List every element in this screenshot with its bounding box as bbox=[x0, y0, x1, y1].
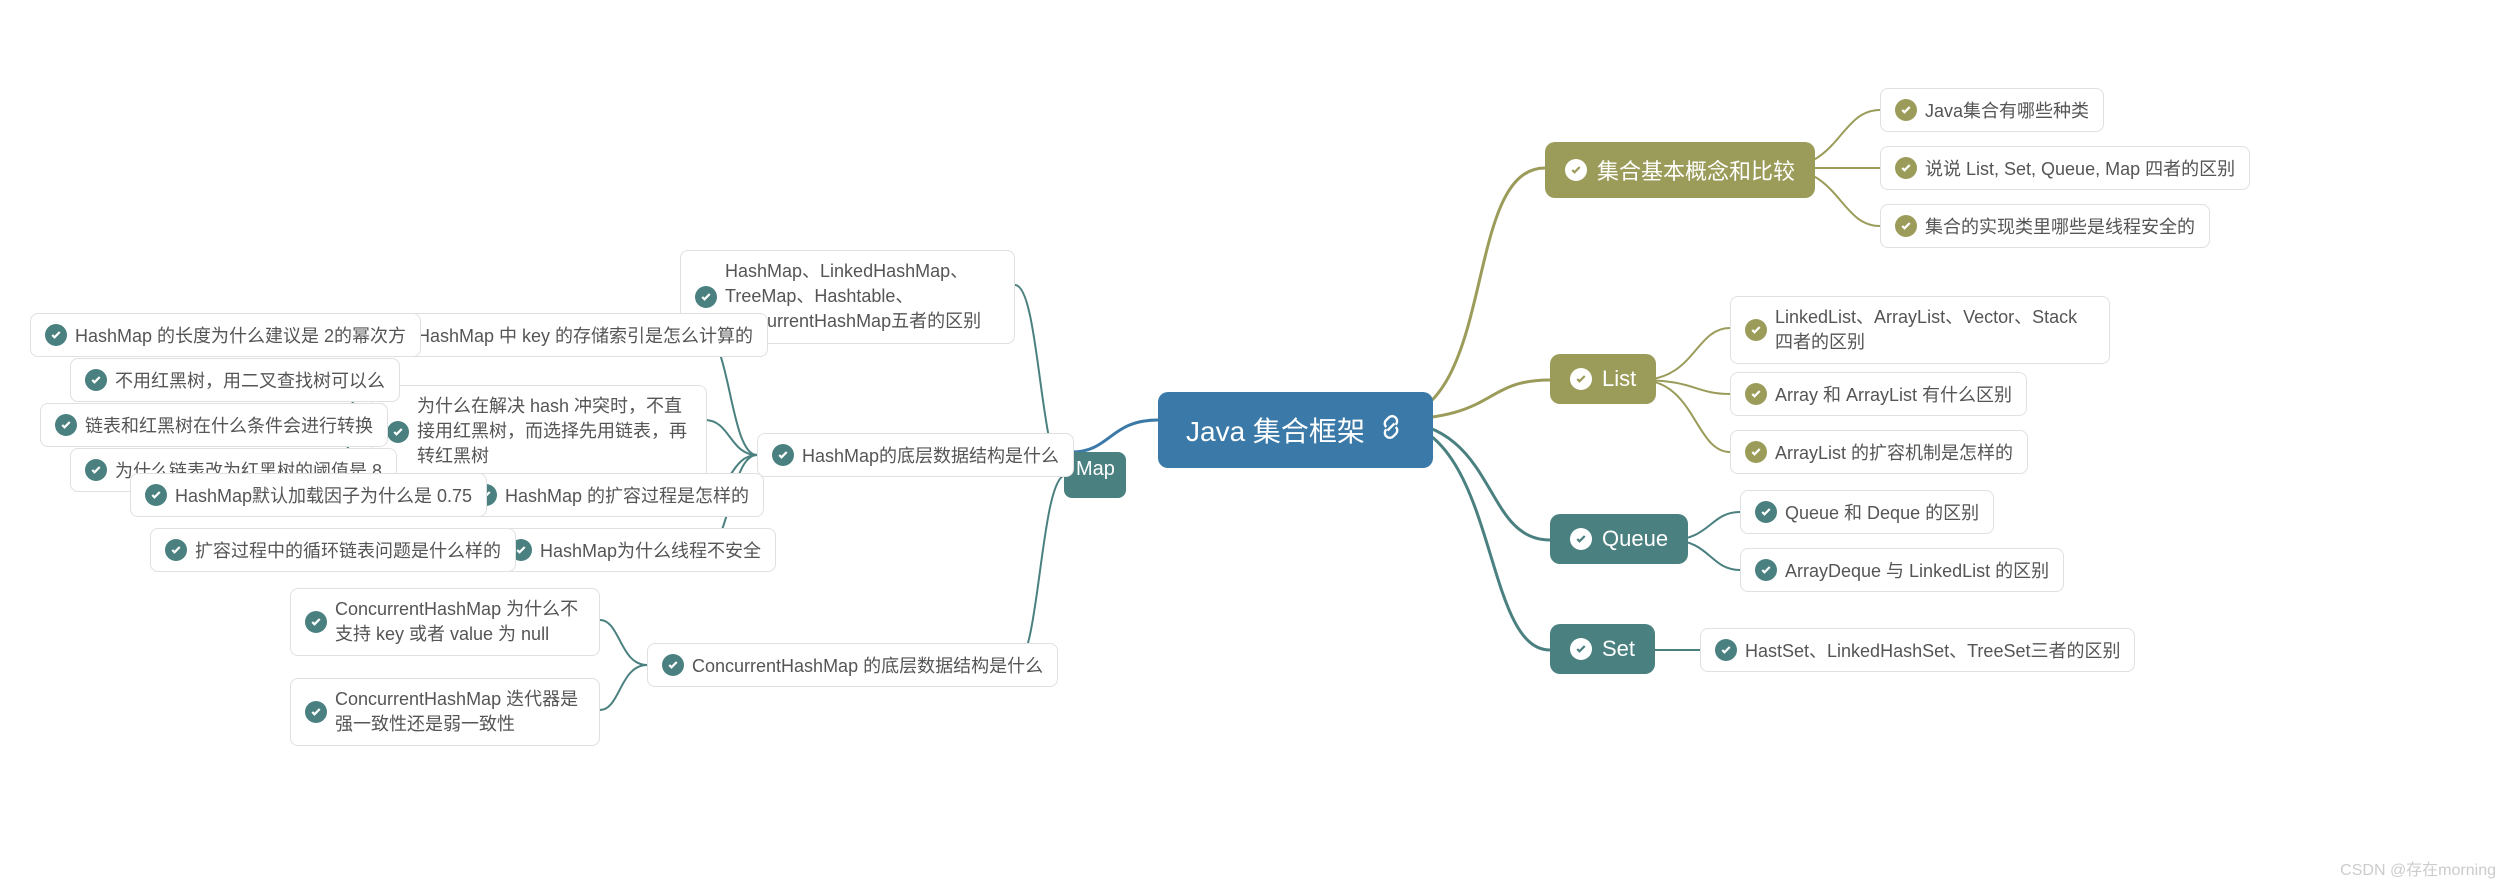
leaf[interactable]: HastSet、LinkedHashSet、TreeSet三者的区别 bbox=[1700, 628, 2135, 672]
leaf[interactable]: 扩容过程中的循环链表问题是什么样的 bbox=[150, 528, 516, 572]
check-icon bbox=[1745, 383, 1767, 405]
check-icon bbox=[45, 324, 67, 346]
leaf[interactable]: 说说 List, Set, Queue, Map 四者的区别 bbox=[1880, 146, 2250, 190]
check-icon bbox=[165, 539, 187, 561]
leaf[interactable]: ArrayList 的扩容机制是怎样的 bbox=[1730, 430, 2028, 474]
root-node[interactable]: Java 集合框架 bbox=[1158, 392, 1433, 468]
check-icon bbox=[1565, 159, 1587, 181]
leaf[interactable]: 为什么在解决 hash 冲突时，不直接用红黑树，而选择先用链表，再转红黑树 bbox=[372, 385, 707, 479]
check-icon bbox=[1715, 639, 1737, 661]
check-icon bbox=[85, 369, 107, 391]
check-icon bbox=[1895, 99, 1917, 121]
check-icon bbox=[695, 286, 717, 308]
leaf[interactable]: ConcurrentHashMap 迭代器是强一致性还是弱一致性 bbox=[290, 678, 600, 746]
leaf[interactable]: LinkedList、ArrayList、Vector、Stack四者的区别 bbox=[1730, 296, 2110, 364]
check-icon bbox=[1570, 638, 1592, 660]
leaf[interactable]: HashMap默认加载因子为什么是 0.75 bbox=[130, 473, 487, 517]
check-icon bbox=[1570, 528, 1592, 550]
check-icon bbox=[305, 701, 327, 723]
check-icon bbox=[1895, 215, 1917, 237]
branch-basic[interactable]: 集合基本概念和比较 bbox=[1545, 142, 1815, 198]
branch-list[interactable]: List bbox=[1550, 354, 1656, 404]
check-icon bbox=[772, 444, 794, 466]
leaf[interactable]: ConcurrentHashMap 的底层数据结构是什么 bbox=[647, 643, 1058, 687]
leaf[interactable]: Queue 和 Deque 的区别 bbox=[1740, 490, 1994, 534]
check-icon bbox=[1745, 441, 1767, 463]
branch-map[interactable]: Map bbox=[1076, 458, 1115, 481]
check-icon bbox=[1755, 559, 1777, 581]
check-icon bbox=[145, 484, 167, 506]
check-icon bbox=[55, 414, 77, 436]
leaf[interactable]: 链表和红黑树在什么条件会进行转换 bbox=[40, 403, 388, 447]
watermark: CSDN @存在morning bbox=[2340, 856, 2496, 880]
check-icon bbox=[305, 611, 327, 633]
link-icon bbox=[1377, 413, 1405, 448]
leaf[interactable]: ArrayDeque 与 LinkedList 的区别 bbox=[1740, 548, 2064, 592]
leaf[interactable]: 不用红黑树，用二叉查找树可以么 bbox=[70, 358, 400, 402]
leaf[interactable]: Java集合有哪些种类 bbox=[1880, 88, 2104, 132]
check-icon bbox=[1570, 368, 1592, 390]
check-icon bbox=[1895, 157, 1917, 179]
leaf[interactable]: Array 和 ArrayList 有什么区别 bbox=[1730, 372, 2027, 416]
check-icon bbox=[387, 421, 409, 443]
leaf[interactable]: HashMap 的扩容过程是怎样的 bbox=[460, 473, 764, 517]
leaf[interactable]: HashMap 的长度为什么建议是 2的幂次方 bbox=[30, 313, 421, 357]
check-icon bbox=[1745, 319, 1767, 341]
check-icon bbox=[85, 459, 107, 481]
branch-set[interactable]: Set bbox=[1550, 624, 1655, 674]
leaf[interactable]: HashMap的底层数据结构是什么 bbox=[757, 433, 1074, 477]
check-icon bbox=[1755, 501, 1777, 523]
branch-queue[interactable]: Queue bbox=[1550, 514, 1688, 564]
check-icon bbox=[662, 654, 684, 676]
leaf[interactable]: HashMap为什么线程不安全 bbox=[495, 528, 776, 572]
leaf[interactable]: 集合的实现类里哪些是线程安全的 bbox=[1880, 204, 2210, 248]
leaf[interactable]: HashMap 中 key 的存储索引是怎么计算的 bbox=[372, 313, 768, 357]
leaf[interactable]: ConcurrentHashMap 为什么不支持 key 或者 value 为 … bbox=[290, 588, 600, 656]
root-label: Java 集合框架 bbox=[1186, 410, 1365, 450]
